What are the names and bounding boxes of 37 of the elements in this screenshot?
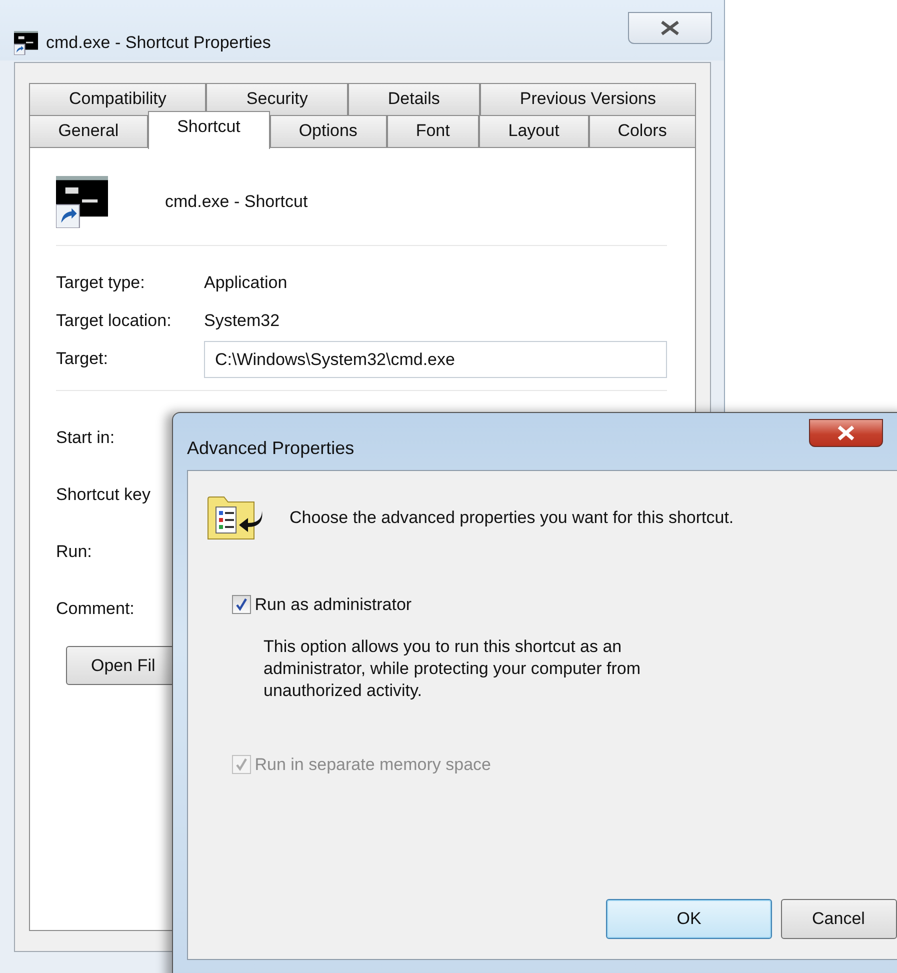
dialog-title: Advanced Properties [187, 438, 354, 458]
shortcut-name: cmd.exe - Shortcut [165, 191, 308, 214]
window-title: cmd.exe - Shortcut Properties [46, 32, 271, 54]
tab[interactable]: Compatibility [29, 83, 206, 115]
checkbox-label: Run as administrator [254, 594, 412, 616]
tab[interactable]: Previous Versions [480, 83, 696, 115]
field-value: System32 [204, 310, 280, 332]
close-button[interactable] [628, 12, 712, 44]
tab[interactable]: General [29, 115, 148, 147]
field-label: Run: [56, 540, 93, 563]
option-description: This option allows you to run this shortcut as an administrator, while protecting your computer from unauthorized activity. [262, 636, 642, 702]
tab[interactable]: Layout [479, 115, 588, 147]
tab[interactable]: Options [270, 115, 387, 147]
field-value: Application [204, 272, 288, 294]
tab[interactable]: Details [348, 83, 480, 115]
cancel-button[interactable]: Cancel [780, 899, 896, 939]
field-label: Comment: [56, 598, 136, 620]
field-label: Target location: [56, 310, 172, 332]
tab[interactable]: Font [386, 115, 480, 147]
tab[interactable]: Security [206, 83, 348, 115]
tab[interactable]: Colors [588, 115, 696, 147]
dialog-intro: Choose the advanced properties you want for this shortcut. [290, 507, 734, 530]
ok-button[interactable]: OK [606, 899, 772, 939]
close-button[interactable] [809, 419, 883, 447]
check-icon [234, 758, 248, 771]
checkbox-label: Run in separate memory space [254, 754, 491, 776]
target-field[interactable]: C:\Windows\System32\cmd.exe [204, 340, 667, 378]
close-icon [660, 20, 680, 36]
checkbox[interactable] [232, 595, 250, 614]
field-label: Target type: [56, 272, 146, 294]
field-label: Shortcut key [56, 484, 152, 506]
check-icon [234, 598, 248, 612]
tab[interactable]: Shortcut [148, 111, 270, 149]
folder-icon [206, 495, 264, 541]
console-icon [14, 31, 38, 55]
close-icon [837, 425, 855, 441]
field-label: Target: [56, 348, 109, 370]
